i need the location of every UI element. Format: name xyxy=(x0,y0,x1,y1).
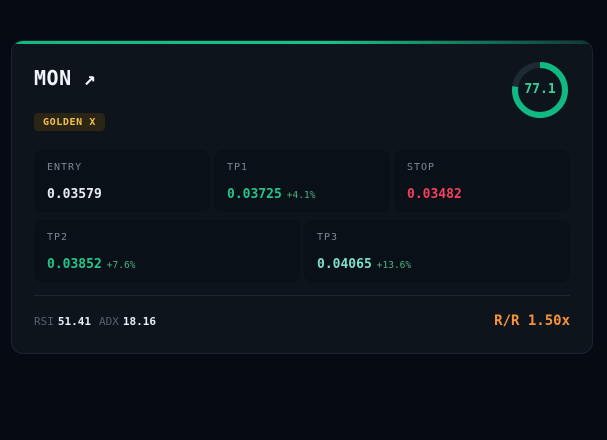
symbol-title: MON xyxy=(34,66,72,90)
rsi-label: RSI xyxy=(34,315,54,328)
stop-price: 0.03482 xyxy=(407,187,462,202)
tp3-label: TP3 xyxy=(317,232,339,243)
title-row: MON ↗ xyxy=(34,66,96,90)
tp2-box: TP2 0.03852 +7.6% xyxy=(34,220,300,282)
stop-box: STOP 0.03482 xyxy=(394,150,570,212)
tp3-box: TP3 0.04065 +13.6% xyxy=(304,220,570,282)
tp2-price: 0.03852 xyxy=(47,257,102,272)
card-accent-line xyxy=(12,41,592,44)
divider xyxy=(34,295,570,296)
stop-label: STOP xyxy=(407,162,436,173)
indicator-row: RSI 51.41 ADX 18.16 xyxy=(34,315,156,328)
signal-badge: GOLDEN X xyxy=(34,113,105,131)
tp1-box: TP1 0.03725 +4.1% xyxy=(214,150,390,212)
tp1-label: TP1 xyxy=(227,162,249,173)
adx-value: 18.16 xyxy=(122,315,156,328)
tp3-price: 0.04065 xyxy=(317,257,372,272)
entry-price: 0.03579 xyxy=(47,187,102,202)
tp2-change: +7.6% xyxy=(106,260,136,271)
tp1-change: +4.1% xyxy=(286,190,316,201)
adx-label: ADX xyxy=(99,315,119,328)
score-value: 77.1 xyxy=(524,82,556,97)
tp3-change: +13.6% xyxy=(376,260,412,271)
entry-label: ENTRY xyxy=(47,162,83,173)
score-gauge: 77.1 xyxy=(510,60,570,120)
rsi-value: 51.41 xyxy=(57,315,91,328)
arrow-up-right-icon: ↗ xyxy=(83,66,96,90)
entry-box: ENTRY 0.03579 xyxy=(34,150,210,212)
signal-card[interactable]: MON ↗ GOLDEN X 77.1 ENTRY 0.03579 TP1 0.… xyxy=(11,40,593,354)
tp1-price: 0.03725 xyxy=(227,187,282,202)
risk-reward: R/R 1.50x xyxy=(494,313,570,329)
tp2-label: TP2 xyxy=(47,232,69,243)
